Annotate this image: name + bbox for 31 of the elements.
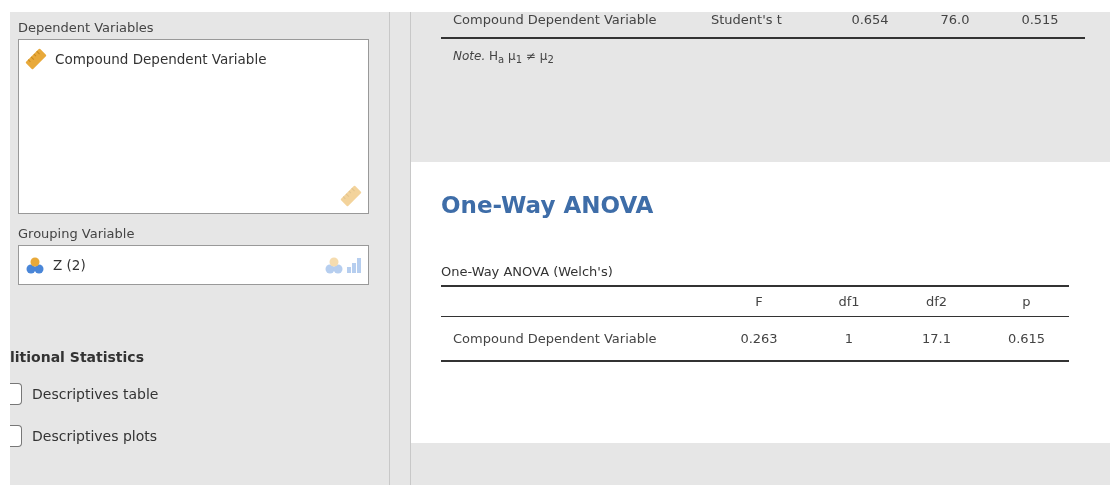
variable-name[interactable]: Z (2) (53, 257, 86, 273)
table-title: One-Way ANOVA (Welch's) (441, 264, 614, 279)
column-header: F (754, 293, 764, 311)
variable-name[interactable]: Compound Dependent Variable (55, 51, 267, 67)
section-heading: litional Statistics (10, 349, 145, 365)
checkbox-label[interactable]: Descriptives table (32, 386, 159, 402)
nominal-variable-icon (25, 256, 45, 274)
table-cell-text: Compound Dependent Variable (452, 330, 658, 348)
table-cell-text: 76.0 (939, 12, 971, 27)
checkbox[interactable] (10, 383, 22, 405)
variable-list[interactable]: Compound Dependent Variable (18, 39, 369, 214)
table-cell-text: Student's t (710, 12, 783, 27)
analysis-title: One-Way ANOVA (441, 192, 655, 218)
bar-chart-icon (346, 257, 362, 273)
nominal-variable-icon (324, 256, 344, 274)
table-note: Note. H$_{a}$ μ$_{1}$ ≠ μ$_{2}$ (453, 49, 555, 66)
section-label: Dependent Variables (18, 20, 155, 35)
table-cell-text: 0.654 (850, 12, 890, 27)
section-label: Grouping Variable (18, 226, 136, 241)
table-cell-text: 0.615 (1006, 330, 1047, 348)
checkbox[interactable] (10, 425, 22, 447)
column-header: df2 (924, 293, 949, 311)
table-cell-text: 0.515 (1020, 12, 1060, 27)
column-header: p (1021, 293, 1032, 311)
table-cell-text: 1 (843, 330, 855, 348)
grouping-field[interactable]: Z (2) (18, 245, 369, 285)
table-cell-text: 17.1 (921, 330, 952, 348)
column-header: df1 (837, 293, 861, 311)
table-cell-text: Compound Dependent Variable (452, 12, 658, 27)
checkbox-label[interactable]: Descriptives plots (32, 428, 158, 444)
table-cell-text: 0.263 (739, 330, 779, 348)
